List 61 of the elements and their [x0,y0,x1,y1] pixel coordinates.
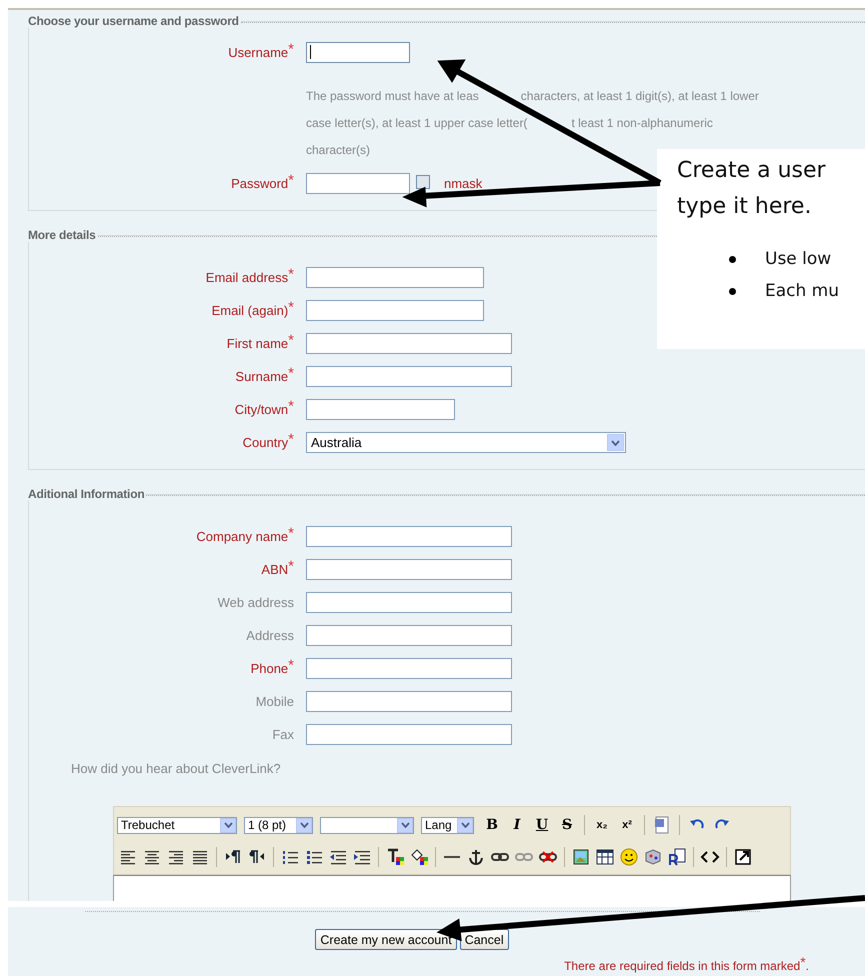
input-field[interactable] [306,658,512,679]
password-rules-text: characters, at least 1 digit(s), at least 1 lower [520,88,759,105]
smiley-icon[interactable] [619,847,639,867]
password-field[interactable] [306,173,410,194]
input-field[interactable] [306,267,484,288]
input-field[interactable] [306,526,512,547]
password-rules-text: t least 1 non-alphanumeric [571,115,713,132]
input-field[interactable] [306,592,512,613]
field-label: Web address [216,595,295,610]
checkbox-label: nmask [444,176,482,191]
caret-icon [400,822,410,828]
callout-bullet-text: Use low [765,249,832,269]
input-field[interactable] [306,42,410,63]
create-account-button[interactable]: Create my new account [315,929,457,950]
format-button[interactable]: x₂ [591,814,613,836]
password-rules-text: The password must have at leas [306,88,479,105]
section-legend: Choose your username and password [28,14,241,28]
bullet-icon [729,256,736,262]
format-button[interactable]: B [481,814,503,836]
format-button[interactable]: S [556,814,578,836]
format-button[interactable]: U [531,814,553,836]
bullet-icon [729,288,736,294]
checkbox[interactable] [416,174,430,188]
callout-text: Create a user [677,157,826,185]
section-legend: More details [28,228,98,242]
caret-icon [611,440,620,446]
input-field[interactable] [306,300,484,321]
text-color-icon[interactable] [385,847,405,867]
input-field[interactable] [306,625,512,646]
format-button[interactable]: x² [616,814,638,836]
anchor-icon[interactable] [466,847,486,867]
input-field[interactable] [306,724,512,745]
toolbar-dropdown[interactable]: Trebuchet [117,816,237,834]
password-rules-text: character(s) [306,142,370,159]
fullscreen-icon[interactable] [733,847,753,867]
toolbar-dropdown[interactable]: 1 (8 pt) [244,816,313,834]
search-replace-icon[interactable] [667,847,687,867]
callout-bullet-text: Each mu [765,281,840,301]
table-icon[interactable] [595,847,615,867]
field-label: Fax [271,727,295,742]
input-field[interactable] [306,399,455,420]
cube-icon[interactable] [643,847,663,867]
password-rules-text: case letter(s), at least 1 upper case letter( [306,115,528,132]
input-field[interactable] [306,333,512,354]
caret-icon [224,822,232,828]
field-label: Address [245,628,295,643]
input-field[interactable] [306,366,512,387]
toolbar-dropdown[interactable] [320,816,414,834]
fill-color-icon[interactable] [409,847,429,867]
image-icon[interactable] [571,847,591,867]
format-button[interactable]: I [506,814,528,836]
callout-text: type it here. [677,193,812,221]
section-legend: Aditional Information [28,487,146,501]
field-label: Mobile [254,694,295,709]
input-field[interactable] [306,559,512,580]
country-dropdown[interactable]: Australia [306,432,626,453]
toolbar-dropdown[interactable]: Lang [421,816,474,834]
caret-icon [300,822,308,828]
caret-icon [460,822,470,828]
field-label: How did you hear about CleverLink? [71,761,282,776]
input-field[interactable] [306,691,512,712]
